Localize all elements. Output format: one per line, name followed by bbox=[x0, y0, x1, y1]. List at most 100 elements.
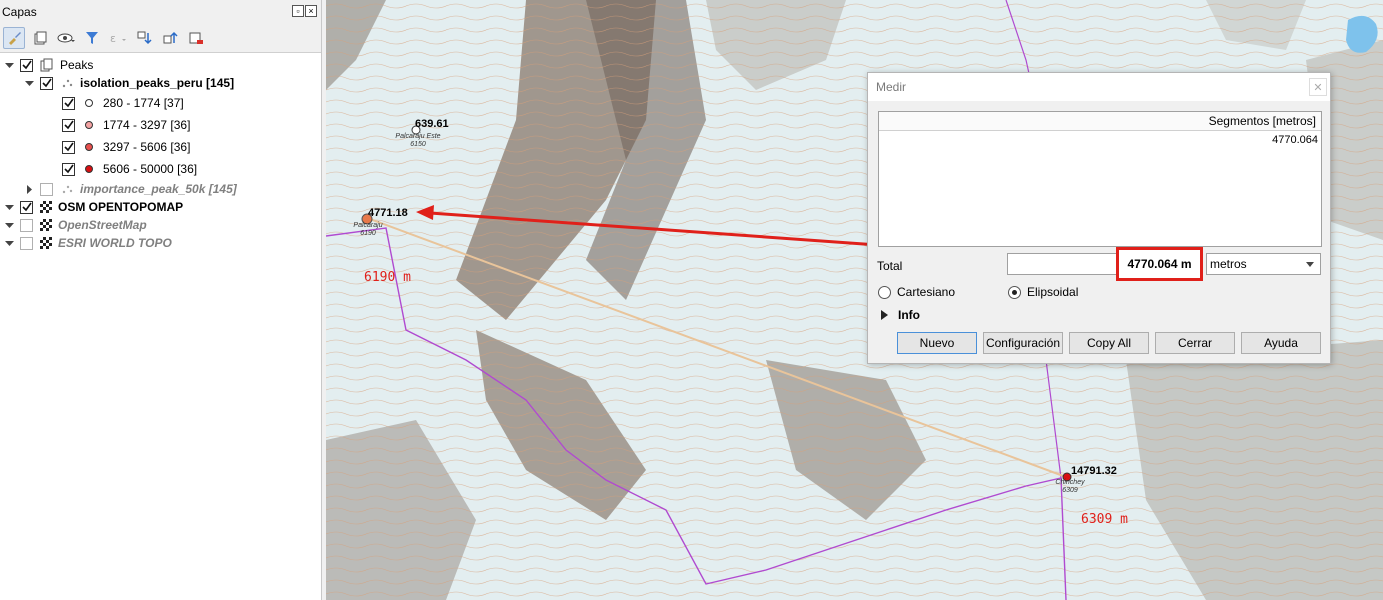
layer-label: ESRI WORLD TOPO bbox=[58, 236, 172, 250]
chevron-down-icon[interactable] bbox=[4, 60, 14, 70]
class-checkbox[interactable] bbox=[62, 118, 75, 132]
layer-checkbox[interactable] bbox=[20, 200, 33, 214]
close-button[interactable]: Cerrar bbox=[1155, 332, 1235, 354]
class-checkbox[interactable] bbox=[62, 162, 75, 176]
layer-checkbox[interactable] bbox=[20, 218, 33, 232]
radio-button[interactable] bbox=[878, 285, 891, 299]
peak-value-label: 639.61 bbox=[415, 118, 449, 130]
svg-text:ε: ε bbox=[110, 32, 116, 45]
radio-label: Elipsoidal bbox=[1027, 285, 1079, 299]
layer-checkbox[interactable] bbox=[40, 182, 53, 196]
style-manager-button[interactable] bbox=[3, 27, 25, 49]
remove-layer-icon bbox=[189, 32, 203, 44]
filter-expression-button[interactable]: ε bbox=[107, 27, 129, 49]
chevron-down-icon bbox=[1306, 262, 1314, 267]
cartesian-radio[interactable]: Cartesiano bbox=[878, 285, 955, 299]
segments-table[interactable]: Segmentos [metros] 4770.064 bbox=[878, 111, 1322, 247]
radio-label: Cartesiano bbox=[897, 285, 956, 299]
legend-class-row[interactable]: 1774 - 3297 [36] bbox=[62, 116, 190, 134]
filter-icon bbox=[86, 32, 98, 44]
layer-checkbox[interactable] bbox=[40, 76, 53, 90]
class-label: 1774 - 3297 [36] bbox=[103, 118, 191, 132]
dialog-title: Medir bbox=[876, 80, 907, 94]
new-button[interactable]: Nuevo bbox=[897, 332, 977, 354]
layer-group-peaks[interactable]: Peaks bbox=[4, 56, 93, 74]
collapse-all-icon bbox=[163, 31, 178, 44]
group-icon bbox=[40, 58, 54, 72]
units-select[interactable]: metros bbox=[1206, 253, 1321, 275]
chevron-right-icon[interactable] bbox=[24, 184, 34, 194]
peak-name: Palcaraju bbox=[353, 222, 383, 229]
chevron-down-icon[interactable] bbox=[4, 202, 14, 212]
panel-title-buttons: ▫ × bbox=[292, 5, 317, 17]
raster-layer-icon bbox=[40, 237, 52, 249]
visibility-button[interactable] bbox=[55, 27, 77, 49]
total-value: 4770.064 m bbox=[1116, 247, 1203, 281]
expression-icon: ε bbox=[110, 32, 126, 45]
expand-all-icon bbox=[137, 31, 152, 45]
dialog-titlebar[interactable]: Medir bbox=[868, 73, 1330, 101]
layer-label: OpenStreetMap bbox=[58, 218, 147, 232]
help-button[interactable]: Ayuda bbox=[1241, 332, 1321, 354]
filter-button[interactable] bbox=[81, 27, 103, 49]
info-label: Info bbox=[898, 308, 920, 322]
legend-class-row[interactable]: 280 - 1774 [37] bbox=[62, 94, 184, 112]
class-symbol bbox=[85, 99, 93, 107]
peak-value-label: 14791.32 bbox=[1071, 465, 1117, 477]
class-label: 3297 - 5606 [36] bbox=[103, 140, 191, 154]
add-group-button[interactable] bbox=[29, 27, 51, 49]
measure-dialog: Medir ✕ Segmentos [metros] 4770.064 Tota… bbox=[867, 72, 1331, 364]
close-icon[interactable]: ✕ bbox=[1309, 78, 1327, 96]
raster-layer-icon bbox=[40, 219, 52, 231]
peak-value-label: 4771.18 bbox=[368, 207, 408, 219]
layers-panel: Capas ▫ × ε Peaks isolation_peaks_peru [… bbox=[0, 0, 322, 600]
layer-importance-peak[interactable]: importance_peak_50k [145] bbox=[24, 180, 237, 198]
class-symbol bbox=[85, 121, 93, 129]
class-checkbox[interactable] bbox=[62, 140, 75, 154]
add-group-icon bbox=[34, 31, 47, 45]
layer-checkbox[interactable] bbox=[20, 58, 33, 72]
layer-isolation-peaks[interactable]: isolation_peaks_peru [145] bbox=[24, 74, 234, 92]
layer-label: isolation_peaks_peru [145] bbox=[80, 76, 235, 90]
layer-osm-opentopomap[interactable]: OSM OPENTOPOMAP bbox=[4, 198, 183, 216]
chevron-down-icon[interactable] bbox=[4, 220, 14, 230]
chevron-down-icon[interactable] bbox=[4, 238, 14, 248]
point-layer-icon bbox=[60, 76, 74, 90]
configuration-button[interactable]: Configuración bbox=[983, 332, 1063, 354]
class-label: 280 - 1774 [37] bbox=[103, 96, 184, 110]
layer-esri-world-topo[interactable]: ESRI WORLD TOPO bbox=[4, 234, 172, 252]
chevron-down-icon[interactable] bbox=[24, 78, 34, 88]
remove-layer-button[interactable] bbox=[185, 27, 207, 49]
total-label: Total bbox=[877, 259, 903, 273]
peak-elevation: 6309 bbox=[1062, 487, 1078, 494]
layer-label: importance_peak_50k [145] bbox=[80, 182, 237, 196]
elevation-annotation: 6309 m bbox=[1081, 512, 1128, 527]
ellipsoidal-radio[interactable]: Elipsoidal bbox=[1008, 285, 1078, 299]
peak-name-label: Palcaraju 6190 bbox=[350, 222, 386, 238]
layer-openstreetmap[interactable]: OpenStreetMap bbox=[4, 216, 147, 234]
paintbrush-icon bbox=[9, 32, 21, 45]
peak-name-label: Chinchey 6309 bbox=[1052, 479, 1088, 495]
layer-checkbox[interactable] bbox=[20, 236, 33, 250]
expand-all-button[interactable] bbox=[133, 27, 155, 49]
segments-header[interactable]: Segmentos [metros] bbox=[879, 112, 1321, 131]
class-symbol bbox=[85, 143, 93, 151]
radio-button[interactable] bbox=[1008, 285, 1021, 299]
peak-elevation: 6190 bbox=[360, 230, 376, 237]
segment-row[interactable]: 4770.064 bbox=[879, 131, 1321, 149]
collapse-all-button[interactable] bbox=[159, 27, 181, 49]
elevation-annotation: 6190 m bbox=[364, 270, 411, 285]
peak-name-label: Palcaraju Este 6150 bbox=[390, 133, 446, 149]
layer-label: OSM OPENTOPOMAP bbox=[58, 200, 184, 214]
float-panel-icon[interactable]: ▫ bbox=[292, 5, 304, 17]
legend-class-row[interactable]: 5606 - 50000 [36] bbox=[62, 160, 197, 178]
copy-all-button[interactable]: Copy All bbox=[1069, 332, 1149, 354]
info-toggle[interactable]: Info bbox=[881, 308, 920, 322]
close-panel-icon[interactable]: × bbox=[305, 5, 317, 17]
panel-titlebar: Capas ▫ × bbox=[0, 0, 321, 24]
point-layer-icon bbox=[60, 182, 74, 196]
layers-toolbar: ε bbox=[0, 24, 321, 52]
legend-class-row[interactable]: 3297 - 5606 [36] bbox=[62, 138, 190, 156]
class-checkbox[interactable] bbox=[62, 96, 75, 110]
layer-label: Peaks bbox=[60, 58, 94, 72]
